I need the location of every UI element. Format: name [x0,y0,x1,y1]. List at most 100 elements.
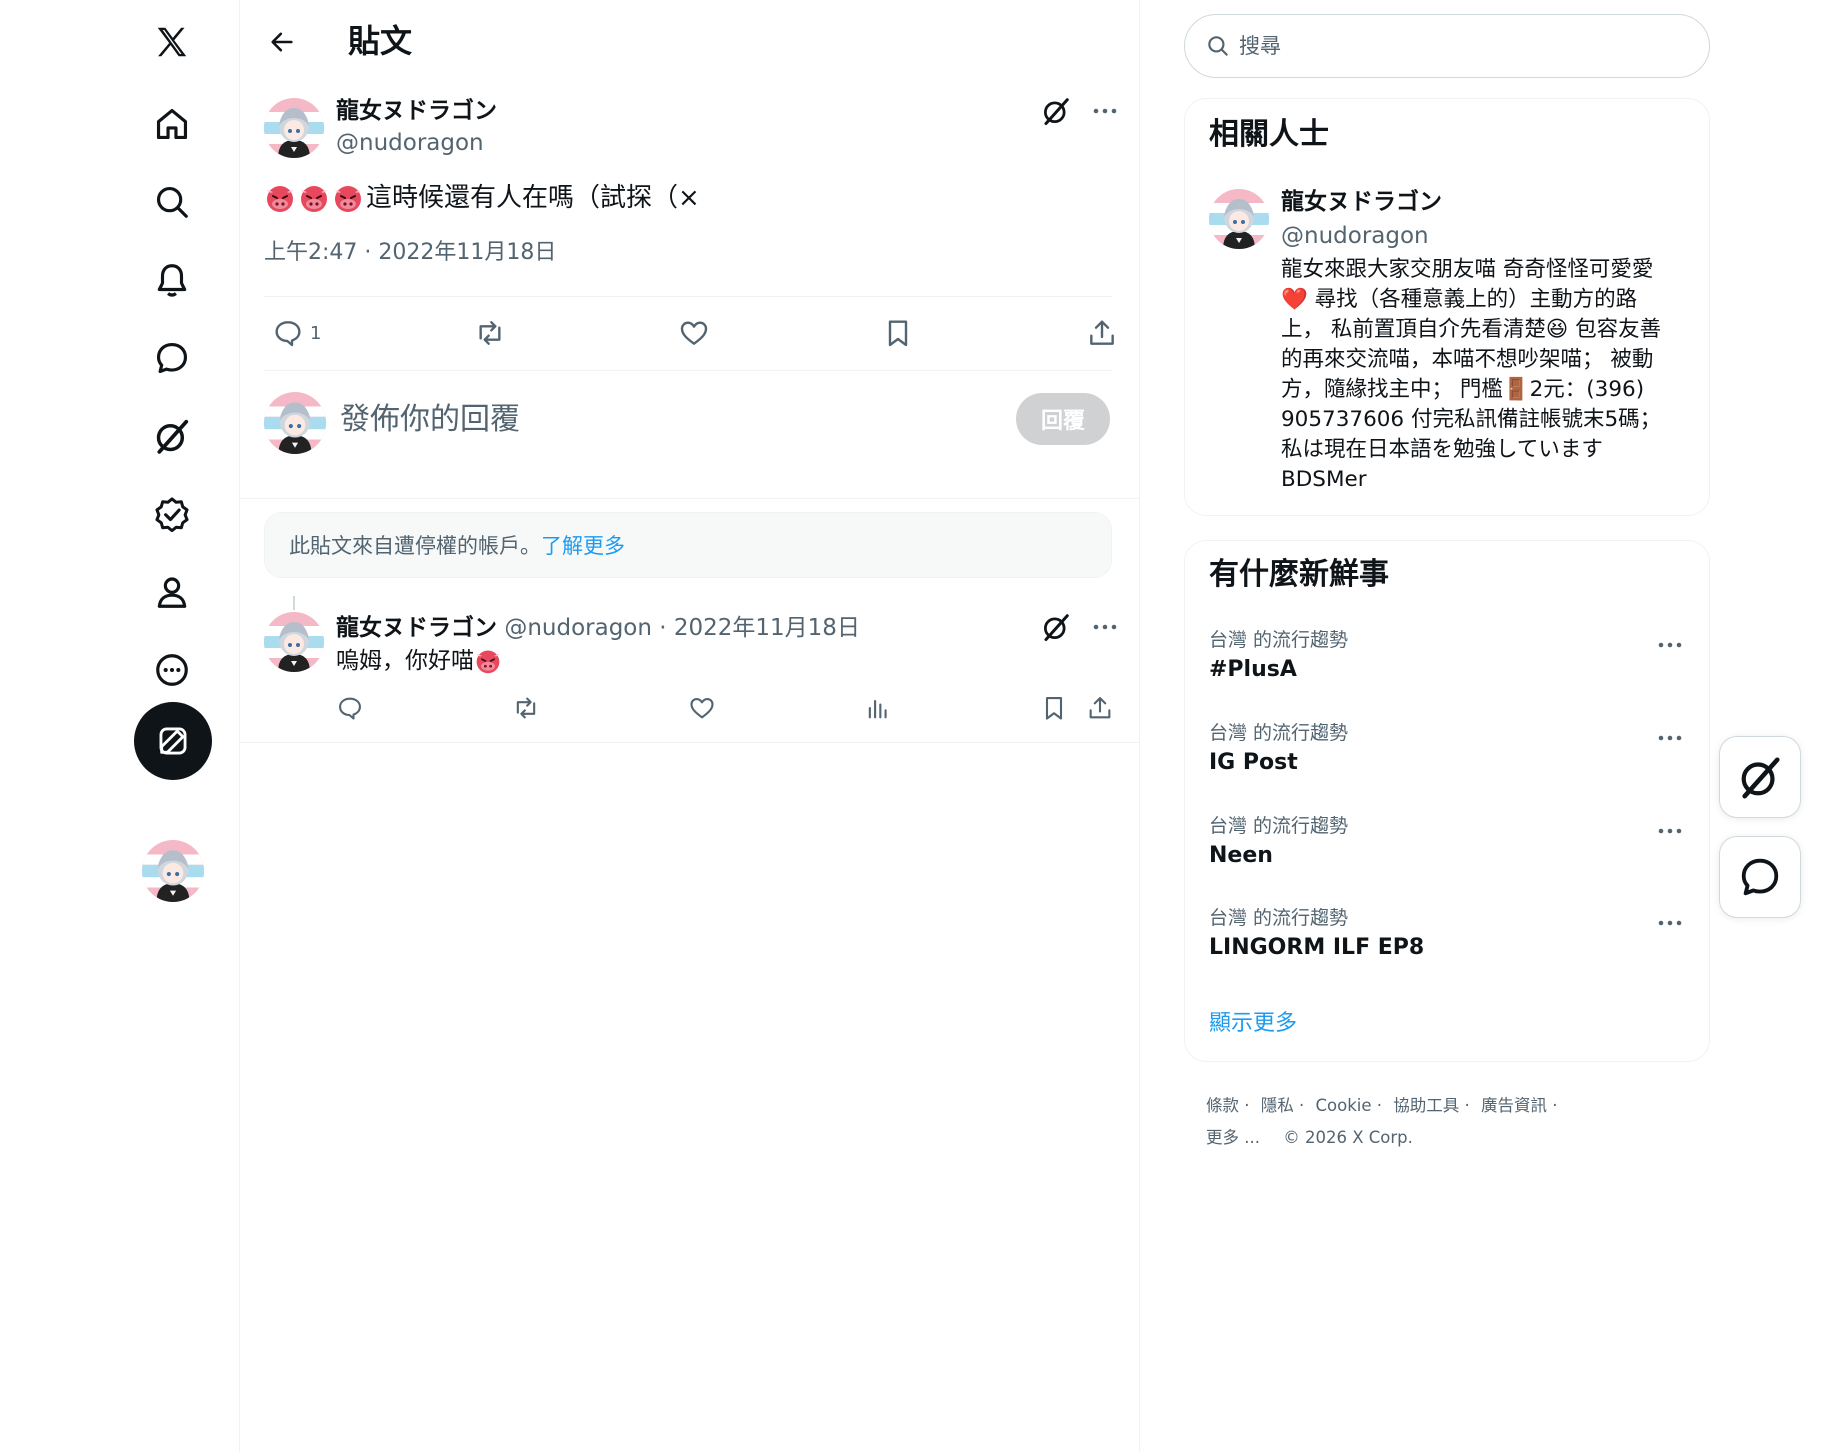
search-icon[interactable] [140,170,204,234]
bell-icon[interactable] [140,248,204,312]
grok-floating-button[interactable] [1719,736,1801,818]
trend-category: 台灣 的流行趨勢 [1209,629,1349,651]
more-options-icon[interactable] [1653,726,1687,750]
reply-icon [339,697,361,720]
main-column: 貼文 龍女ヌドラゴン @nudoragon 這時候還有人在嗎（試探（× 上午2:… [240,0,1140,1452]
analytics-icon [868,699,887,719]
reply-count: 1 [310,322,322,344]
reply-submit-button[interactable]: 回覆 [1016,393,1110,445]
page-title: 貼文 [348,22,413,60]
more-options-icon[interactable] [1088,96,1122,126]
message-icon [1741,858,1779,896]
repost-button[interactable] [474,317,506,349]
post-author-handle[interactable]: @nudoragon [336,128,484,158]
profile-icon[interactable] [140,560,204,624]
related-people-card: 相關人士 龍女ヌドラゴン @nudoragon 龍女來跟大家交朋友喵 奇奇怪怪可… [1184,98,1710,516]
show-more-link[interactable]: 顯示更多 [1209,1009,1297,1039]
reply-date[interactable]: · 2022年11月18日 [659,615,860,641]
more-options-icon[interactable] [1653,911,1687,935]
related-people-title: 相關人士 [1209,117,1329,152]
trend-name: Neen [1209,843,1273,868]
grok-icon[interactable] [1041,612,1071,642]
verified-icon[interactable] [140,482,204,546]
separator: · [1547,1096,1558,1115]
post-text-content: 這時候還有人在嗎（試探（× [366,183,700,213]
trend-category: 台灣 的流行趨勢 [1209,722,1349,744]
footer-accessibility-link[interactable]: 協助工具 [1393,1096,1459,1115]
compose-button[interactable] [134,702,212,780]
grok-icon[interactable] [1041,96,1071,126]
related-user-bio: 龍女來跟大家交朋友喵 奇奇怪怪可愛愛 ❤️ 尋找（各種意義上的）主動方的路 上，… [1281,257,1662,492]
share-button[interactable] [1086,317,1118,349]
post-author-name[interactable]: 龍女ヌドラゴン [336,96,497,126]
related-user-handle[interactable]: @nudoragon [1281,221,1429,251]
like-button[interactable] [688,694,716,722]
reply-text-content: 嗚姆，你好喵 [336,648,474,674]
bull-emoji-icon [298,182,330,214]
trend-name: LINGORM ILF EP8 [1209,935,1425,960]
divider [264,370,1112,371]
bookmark-button[interactable] [1040,694,1068,722]
views-button[interactable] [864,694,892,722]
post-text: 這時候還有人在嗎（試探（× [264,180,700,216]
more-options-icon[interactable] [1653,819,1687,843]
footer: 條款 · 隱私 · Cookie · 協助工具 · 廣告資訊 · 更多 ... … [1206,1090,1646,1154]
like-button[interactable] [678,317,710,349]
post-timestamp[interactable]: 上午2:47 · 2022年11月18日 [264,238,556,268]
back-button[interactable] [260,20,304,64]
bookmark-button[interactable] [882,317,914,349]
more-circle-icon[interactable] [140,638,204,702]
message-icon[interactable] [140,326,204,390]
trend-item[interactable]: 台灣 的流行趨勢 #PlusA [1209,627,1687,707]
bull-emoji-icon [474,647,502,675]
trend-category: 台灣 的流行趨勢 [1209,815,1349,837]
footer-privacy-link[interactable]: 隱私 [1261,1096,1294,1115]
trend-item[interactable]: 台灣 的流行趨勢 LINGORM ILF EP8 [1209,905,1687,985]
grok-icon[interactable] [140,404,204,468]
left-navigation [0,0,240,1452]
compose-icon [159,727,187,755]
notice-text: 此貼文來自遭停權的帳戶。 [289,534,541,558]
related-user-avatar[interactable] [1209,189,1269,249]
learn-more-link[interactable]: 了解更多 [541,530,625,560]
share-button[interactable] [1086,694,1114,722]
share-icon [1090,320,1114,345]
reply-button[interactable]: 1 [272,317,321,349]
heart-icon [680,321,708,345]
x-logo-icon[interactable] [140,10,204,74]
search-bar[interactable] [1184,14,1710,78]
grok-icon [1737,754,1783,800]
reply-author-handle[interactable]: @nudoragon [504,615,652,641]
account-avatar[interactable] [142,840,204,902]
trend-name: #PlusA [1209,657,1297,682]
footer-more-link[interactable]: 更多 ... [1206,1128,1260,1147]
footer-ads-link[interactable]: 廣告資訊 [1481,1096,1547,1115]
reply-author-name[interactable]: 龍女ヌドラゴン [336,615,497,641]
right-sidebar: 相關人士 龍女ヌドラゴン @nudoragon 龍女來跟大家交朋友喵 奇奇怪怪可… [1140,0,1831,1452]
thread-line [293,596,295,610]
repost-button[interactable] [512,694,540,722]
trend-item[interactable]: 台灣 的流行趨勢 Neen [1209,813,1687,893]
separator: · [1371,1096,1388,1115]
search-icon [1208,36,1228,56]
more-options-icon[interactable] [1653,633,1687,657]
bookmark-icon [888,320,908,347]
search-input[interactable] [1239,34,1659,58]
reply-button[interactable] [336,694,364,722]
reply-author-avatar[interactable] [264,612,324,672]
reply-input[interactable]: 發佈你的回覆 [340,400,520,440]
more-options-icon[interactable] [1088,612,1122,642]
messages-floating-button[interactable] [1719,836,1801,918]
reply-text: 嗚姆，你好喵 [336,645,504,677]
post-author-avatar[interactable] [264,98,324,158]
arrow-left-icon [271,32,293,52]
bull-emoji-icon [332,182,364,214]
footer-terms-link[interactable]: 條款 [1206,1096,1239,1115]
composer-avatar[interactable] [264,392,326,454]
divider [264,296,1112,297]
trend-item[interactable]: 台灣 的流行趨勢 IG Post [1209,720,1687,800]
home-icon[interactable] [140,92,204,156]
related-user-name[interactable]: 龍女ヌドラゴン [1281,187,1442,217]
footer-cookie-link[interactable]: Cookie [1316,1096,1372,1115]
trend-name: IG Post [1209,750,1298,775]
